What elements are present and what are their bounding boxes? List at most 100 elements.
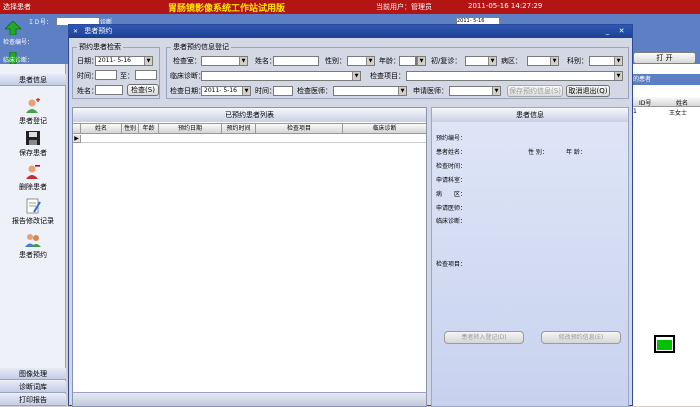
dropdown-arrow-icon[interactable]: ▼: [239, 57, 247, 65]
doctor-label: 检查医师：: [297, 87, 332, 95]
query-time-to-input[interactable]: [135, 70, 157, 80]
clinical-diag-select[interactable]: ▼: [201, 71, 361, 81]
exam-item-select[interactable]: ▼: [406, 71, 623, 81]
info-exam-item-label: 检查项目：: [436, 261, 467, 268]
col-time-header[interactable]: 预约时间: [222, 124, 256, 134]
col-clinical-header[interactable]: 临床诊断: [343, 124, 426, 134]
age-label: 年龄：: [379, 57, 400, 65]
sidebar-header: 患者信息: [0, 74, 66, 86]
minimize-icon[interactable]: _: [603, 27, 612, 36]
list-header: 姓名 性别 年龄 预约日期 预约时间 检查项目 临床诊断: [73, 123, 426, 134]
row-id: 1: [633, 108, 637, 115]
first-visit-select[interactable]: ▼: [465, 56, 497, 66]
exam-date-label: 检查日期：: [170, 87, 205, 95]
current-user: 当前用户：管理员: [376, 3, 432, 11]
dropdown-arrow-icon[interactable]: ▼: [550, 57, 558, 65]
clinical-label: 临床诊断：: [3, 57, 34, 64]
cancel-exit-button[interactable]: 取消退出(Q): [566, 85, 610, 97]
col-name: 姓名: [676, 100, 689, 107]
delete-user-icon: [26, 165, 40, 179]
info-clinical-label: 临床诊断：: [436, 218, 467, 225]
age-input[interactable]: [399, 56, 416, 66]
sex-select[interactable]: ▼: [347, 56, 375, 66]
search-button[interactable]: 检查(S): [127, 84, 159, 96]
ward-select[interactable]: ▼: [527, 56, 559, 66]
exam-item-label: 检查项目：: [370, 72, 405, 80]
sidebar-item-report-log[interactable]: 报告修改记录: [0, 198, 66, 226]
sidebar-item-appointment[interactable]: 患者预约: [0, 232, 66, 260]
col-name-header[interactable]: 姓名: [81, 124, 122, 134]
arrow-up-icon[interactable]: [5, 21, 21, 35]
register-group-label: 患者预约信息登记: [171, 43, 231, 52]
dropdown-arrow-icon[interactable]: ▼: [492, 87, 500, 95]
users-icon: [25, 234, 41, 247]
col-age-header[interactable]: 年龄: [139, 124, 159, 134]
register-group: 患者预约信息登记 检查室： ▼ 姓名： 性别： ▼ 年龄： ▼ 初/复诊： ▼ …: [166, 43, 629, 99]
modify-appointment-button[interactable]: 修改预约信息(E): [541, 331, 621, 344]
dialog-title: 患者预约: [84, 27, 113, 35]
dropdown-arrow-icon[interactable]: ▼: [366, 57, 374, 65]
appointment-dialog: ✕ 患者预约 _ ✕ 预约患者检索 日期： 2011- 5-16 ▼ 时间： 至：…: [68, 24, 633, 407]
select-patient-label[interactable]: 选择患者: [3, 2, 31, 12]
exam-room-select[interactable]: ▼: [201, 56, 248, 66]
info-dept-label: 申请科室：: [436, 177, 467, 184]
info-appt-no-label: 预约编号：: [436, 135, 467, 142]
app-icon: ✕: [73, 28, 79, 35]
dept-select[interactable]: ▼: [589, 56, 623, 66]
applicant-label: 申请医师：: [413, 87, 448, 95]
query-name-input[interactable]: [95, 85, 123, 95]
current-row-indicator-icon: ▶: [73, 135, 81, 143]
transfer-register-button[interactable]: 患者转入登记(D): [444, 331, 524, 344]
dropdown-arrow-icon[interactable]: ▼: [352, 72, 360, 80]
sidebar-item-label: 患者登记: [19, 117, 47, 125]
query-date-input[interactable]: 2011- 5-16 ▼: [95, 56, 153, 66]
exam-room-label: 检查室：: [173, 57, 201, 65]
age-unit-select[interactable]: ▼: [416, 56, 426, 66]
col-exam-item-header[interactable]: 检查项目: [256, 124, 343, 134]
first-visit-label: 初/复诊：: [431, 57, 462, 65]
list-toolbar: [73, 392, 426, 406]
sidebar-item-register[interactable]: 患者登记: [0, 98, 66, 126]
right-table-header: ID号 姓名: [629, 97, 700, 107]
dropdown-arrow-icon[interactable]: ▼: [614, 72, 622, 80]
save-appointment-button[interactable]: 保存预约信息(S): [507, 85, 563, 97]
doctor-select[interactable]: ▼: [333, 86, 407, 96]
row-name: 王女士: [669, 110, 688, 117]
table-row[interactable]: 1 王女士: [629, 108, 700, 117]
name-input[interactable]: [273, 56, 319, 66]
edit-document-icon: [26, 198, 41, 214]
sidebar-item-label: 保存患者: [19, 149, 47, 157]
dropdown-arrow-icon[interactable]: ▼: [144, 57, 152, 65]
current-datetime: 2011-05-16 14:27:29: [468, 2, 543, 10]
exam-date-input[interactable]: 2011- 5-16 ▼: [201, 86, 251, 96]
info-age-label: 年 龄：: [566, 149, 586, 156]
col-sex-header[interactable]: 性别: [122, 124, 139, 134]
close-icon[interactable]: ✕: [617, 27, 626, 36]
col-date-header[interactable]: 预约日期: [159, 124, 222, 134]
sidebar-item-save[interactable]: 保存患者: [0, 130, 66, 158]
app-title: 胃肠镜影像系统工作站试用版: [168, 4, 286, 14]
dropdown-arrow-icon[interactable]: ▼: [398, 87, 406, 95]
exam-time-input[interactable]: [273, 86, 293, 96]
patient-info-panel: 患者信息 预约编号： 患者姓名： 性 别： 年 龄： 检查时间： 申请科室： 病…: [431, 107, 629, 407]
query-group-label: 预约患者检索: [77, 43, 123, 52]
id-label: ＩＤ号：: [28, 19, 53, 26]
applicant-select[interactable]: ▼: [449, 86, 501, 96]
open-button[interactable]: 打 开: [633, 52, 696, 64]
dialog-title-bar: ✕ 患者预约 _ ✕: [69, 25, 632, 38]
sidebar-print-report[interactable]: 打印报告: [0, 394, 66, 406]
dropdown-arrow-icon[interactable]: ▼: [488, 57, 496, 65]
dropdown-arrow-icon[interactable]: ▼: [417, 57, 425, 65]
query-time-from-input[interactable]: [95, 70, 117, 80]
dropdown-arrow-icon[interactable]: ▼: [614, 57, 622, 65]
dropdown-arrow-icon[interactable]: ▼: [242, 87, 250, 95]
save-disk-icon: [26, 131, 40, 145]
sidebar-image-processing[interactable]: 图像处理: [0, 368, 66, 380]
info-exam-time-label: 检查时间：: [436, 163, 467, 170]
sidebar-diagnosis-lexicon[interactable]: 诊断词库: [0, 381, 66, 393]
info-sex-label: 性 别：: [528, 149, 548, 156]
table-row[interactable]: [81, 135, 426, 143]
sidebar-item-delete[interactable]: 删除患者: [0, 164, 66, 192]
appointment-list: 已预约患者列表 姓名 性别 年龄 预约日期 预约时间 检查项目 临床诊断 ▶: [72, 107, 427, 407]
add-user-icon: [26, 98, 40, 113]
